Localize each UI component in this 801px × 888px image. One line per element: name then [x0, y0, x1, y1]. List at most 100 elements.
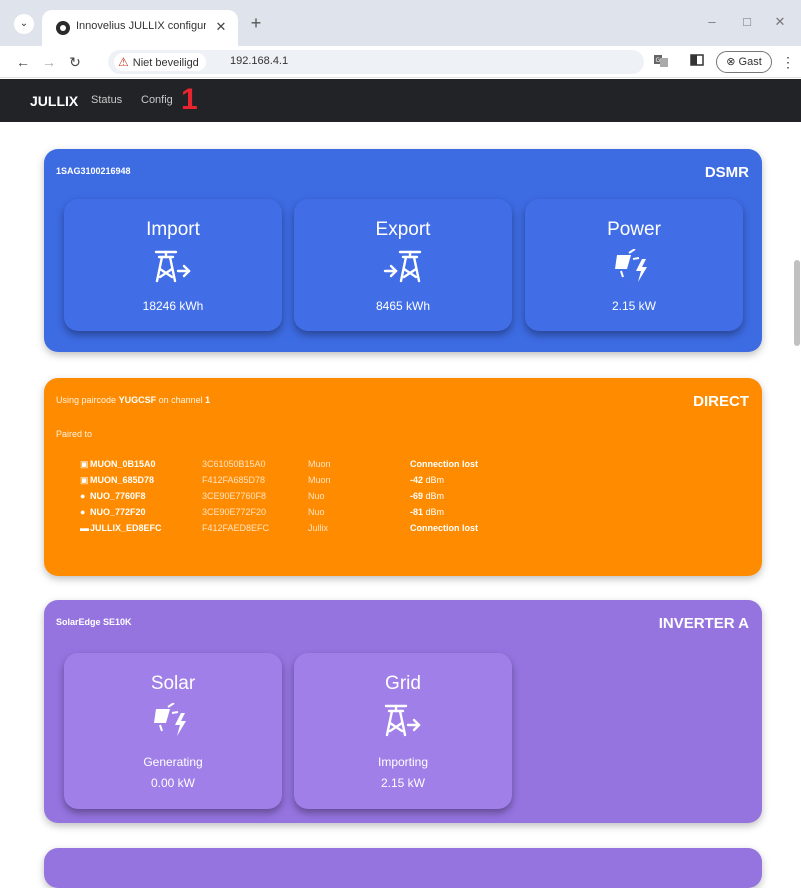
- plug-icon: ▣: [80, 459, 89, 469]
- maximize-button[interactable]: □: [735, 12, 759, 32]
- device-mac: 3C61050B15A0: [202, 459, 266, 469]
- card-title: DIRECT: [693, 393, 749, 410]
- app-navbar: JULLIX Status Config 1: [0, 79, 801, 122]
- brand-logo[interactable]: JULLIX: [30, 93, 78, 109]
- side-panel-icon[interactable]: [688, 54, 706, 70]
- device-type: Nuo: [308, 507, 325, 517]
- import-value: 18246 kWh: [142, 299, 204, 313]
- device-signal: Connection lost: [410, 459, 478, 469]
- device-mac: F412FAED8EFC: [202, 523, 270, 533]
- dsmr-card: 1SAG3100216948 DSMR Import 18246 kWh Exp…: [44, 149, 762, 352]
- more-menu-icon[interactable]: ⋮: [781, 53, 795, 71]
- signal-value: -81: [410, 507, 424, 517]
- annotation-marker: 1: [181, 83, 198, 116]
- profile-icon: ⊗: [726, 56, 736, 68]
- solar-tile[interactable]: Solar Generating 0.00 kW: [64, 653, 282, 809]
- inverter-model: SolarEdge SE10K: [56, 617, 132, 627]
- minimize-button[interactable]: –: [700, 12, 724, 32]
- paircode-value: YUGCSF: [118, 395, 157, 405]
- tile-label: Power: [607, 219, 661, 240]
- guest-label: Gast: [738, 56, 762, 68]
- pylon-import-icon: [148, 249, 198, 283]
- paircode-line: Using paircode YUGCSF on channel 1: [56, 395, 210, 405]
- browser-tab-bar: ⌄ Innovelius JULLIX configuration ✕ + – …: [0, 0, 801, 46]
- solar-value: 0.00 kW: [150, 776, 195, 790]
- power-tile[interactable]: Power 2.15 kW: [525, 199, 743, 331]
- solar-power-icon: [609, 248, 659, 283]
- address-bar[interactable]: ⚠ Niet beveiligd 192.168.4.1: [108, 50, 644, 74]
- device-mac: F412FA685D78: [202, 475, 266, 485]
- browser-tab[interactable]: Innovelius JULLIX configuration ✕: [42, 10, 238, 46]
- signal-unit: dBm: [425, 491, 445, 501]
- signal-value: Connection lost: [410, 459, 478, 469]
- import-tile[interactable]: Import 18246 kWh: [64, 199, 282, 331]
- solar-status: Generating: [143, 755, 203, 769]
- translate-icon[interactable]: G: [652, 54, 670, 70]
- signal-value: -42: [410, 475, 424, 485]
- device-type: Muon: [308, 459, 331, 469]
- device-mac: 3CE90E772F20: [202, 507, 267, 517]
- export-value: 8465 kWh: [375, 299, 431, 313]
- inverter-card: SolarEdge SE10K INVERTER A Solar Generat…: [44, 600, 762, 823]
- paircode-prefix: Using paircode: [56, 395, 117, 405]
- device-name: NUO_7760F8: [90, 491, 146, 501]
- browser-toolbar: ← → ↻ ⚠ Niet beveiligd 192.168.4.1 G ⊗ Ga…: [0, 46, 801, 78]
- new-tab-button[interactable]: +: [246, 14, 266, 34]
- reload-icon[interactable]: ↻: [66, 53, 84, 71]
- device-name: JULLIX_ED8EFC: [90, 523, 162, 533]
- plug-icon: ▣: [80, 475, 89, 485]
- card-title: INVERTER A: [658, 615, 749, 632]
- forward-arrow-icon[interactable]: →: [40, 53, 58, 71]
- back-arrow-icon[interactable]: ←: [14, 53, 32, 71]
- security-indicator[interactable]: ⚠ Niet beveiligd: [114, 53, 206, 71]
- hub-icon: ▬: [80, 523, 89, 533]
- tile-label: Import: [146, 219, 200, 240]
- window-close-button[interactable]: ✕: [768, 12, 792, 32]
- page-scrollbar[interactable]: [794, 260, 800, 346]
- channel-value: 1: [205, 395, 211, 405]
- tab-close-button[interactable]: ✕: [212, 18, 230, 36]
- device-type: Muon: [308, 475, 331, 485]
- device-name: MUON_685D78: [90, 475, 155, 485]
- nav-status-link[interactable]: Status: [91, 94, 122, 106]
- device-signal: -42 dBm: [410, 475, 444, 485]
- direct-card: Using paircode YUGCSF on channel 1 DIREC…: [44, 378, 762, 576]
- device-type: Jullix: [308, 523, 329, 533]
- signal-unit: dBm: [425, 507, 445, 517]
- url-text[interactable]: 192.168.4.1: [230, 55, 288, 67]
- meter-serial: 1SAG3100216948: [56, 166, 131, 176]
- svg-text:G: G: [656, 57, 661, 64]
- device-mac: 3CE90E7760F8: [202, 491, 267, 501]
- device-signal: -81 dBm: [410, 507, 444, 517]
- paired-label: Paired to: [56, 429, 93, 439]
- warning-icon: ⚠: [118, 55, 129, 69]
- signal-unit: dBm: [425, 475, 445, 485]
- bulb-icon: ●: [80, 491, 86, 501]
- channel-prefix: on channel: [158, 395, 203, 405]
- guest-profile-button[interactable]: ⊗ Gast: [716, 51, 772, 73]
- pylon-export-icon: [378, 249, 428, 283]
- device-name: NUO_772F20: [90, 507, 146, 517]
- grid-value: 2.15 kW: [380, 776, 425, 790]
- device-type: Nuo: [308, 491, 325, 501]
- grid-tile[interactable]: Grid Importing 2.15 kW: [294, 653, 512, 809]
- export-tile[interactable]: Export 8465 kWh: [294, 199, 512, 331]
- grid-status: Importing: [377, 755, 429, 769]
- tab-title: Innovelius JULLIX configuration: [76, 20, 206, 32]
- tile-label: Grid: [385, 673, 421, 694]
- next-card: [44, 848, 762, 888]
- favicon-icon: [56, 21, 70, 35]
- pylon-import-icon: [378, 703, 428, 737]
- signal-value: -69: [410, 491, 424, 501]
- device-signal: Connection lost: [410, 523, 478, 533]
- tab-search-button[interactable]: ⌄: [14, 14, 34, 34]
- tile-label: Export: [375, 219, 431, 240]
- bulb-icon: ●: [80, 507, 86, 517]
- signal-value: Connection lost: [410, 523, 478, 533]
- power-value: 2.15 kW: [611, 299, 656, 313]
- card-title: DSMR: [704, 164, 749, 181]
- device-signal: -69 dBm: [410, 491, 444, 501]
- solar-power-icon: [148, 702, 198, 737]
- tile-label: Solar: [150, 673, 196, 694]
- nav-config-link[interactable]: Config: [141, 94, 173, 106]
